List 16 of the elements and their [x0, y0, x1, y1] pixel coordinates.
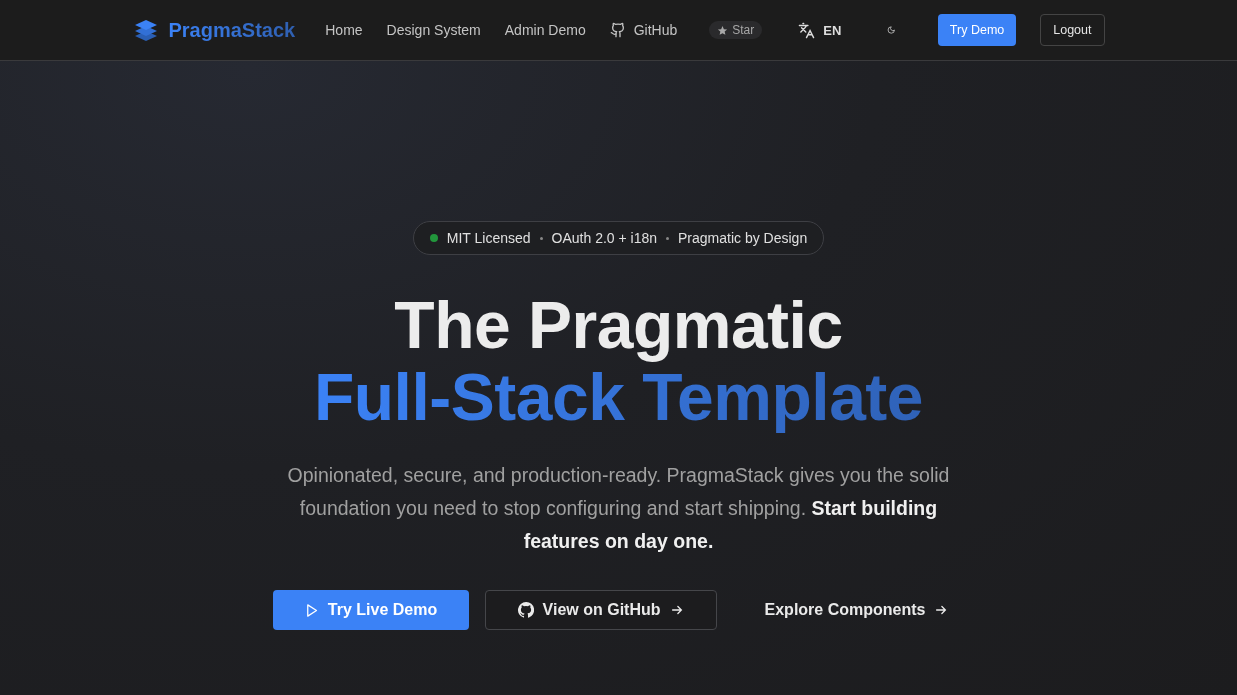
badge-label: OAuth 2.0 + i18n — [551, 230, 658, 246]
try-demo-button[interactable]: Try Demo — [937, 14, 1017, 46]
explore-components-link[interactable]: Explore Components — [748, 590, 965, 630]
nav-link[interactable]: Home — [325, 22, 363, 38]
hero-title: The Pragmatic — [393, 289, 844, 361]
language-button[interactable]: EN — [798, 21, 842, 39]
nav-link[interactable]: Design System — [386, 22, 481, 38]
badge-label: Pragmatic by Design — [678, 230, 808, 246]
view-on-github-button[interactable]: View on GitHub — [484, 590, 717, 630]
github-link[interactable]: GitHub — [609, 22, 678, 38]
star-badge[interactable]: Star — [709, 21, 763, 39]
try-live-demo-button[interactable]: Try Live Demo — [272, 590, 469, 630]
badge-label: MIT Licensed — [446, 230, 531, 246]
hero-description: Opinionated, secure, and production-ready. PragmaStack gives you the solid foundation you need to stop configuring and start shipping. Start building features on day one. — [286, 463, 951, 554]
logout-button[interactable]: Logout — [1040, 14, 1105, 46]
nav-link[interactable]: Admin Demo — [504, 22, 586, 38]
